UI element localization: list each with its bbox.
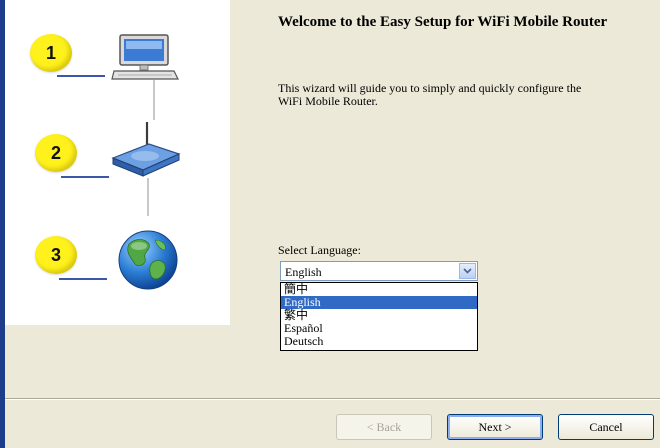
cancel-button[interactable]: Cancel xyxy=(558,414,654,440)
language-option-english[interactable]: English xyxy=(281,296,477,309)
router-icon xyxy=(111,122,181,177)
step-2-underline xyxy=(61,176,109,178)
step-2-badge: 2 xyxy=(35,134,77,172)
step-3-number: 3 xyxy=(50,244,61,265)
connector-line-2 xyxy=(147,178,149,216)
step-1-badge: 1 xyxy=(30,34,72,72)
chevron-down-icon[interactable] xyxy=(459,263,476,279)
language-select[interactable]: English xyxy=(280,261,478,281)
computer-icon xyxy=(111,34,179,80)
next-button[interactable]: Next > xyxy=(447,414,543,440)
back-button[interactable]: < Back xyxy=(336,414,432,440)
language-label: Select Language: xyxy=(278,243,361,257)
button-bar-separator xyxy=(5,398,660,400)
connector-line-1 xyxy=(153,80,155,120)
globe-icon xyxy=(118,230,178,290)
step-1-underline xyxy=(57,75,105,77)
step-3-badge: 3 xyxy=(35,236,77,274)
language-dropdown-list: 簡中 English 繁中 Español Deutsch xyxy=(280,282,478,351)
language-option-german[interactable]: Deutsch xyxy=(281,335,477,348)
page-title: Welcome to the Easy Setup for WiFi Mobil… xyxy=(278,14,608,30)
wizard-description: This wizard will guide you to simply and… xyxy=(278,81,582,108)
setup-wizard-window: 1 2 3 Welcome to the Easy Setup for WiFi… xyxy=(0,0,660,448)
steps-illustration-panel: 1 2 3 xyxy=(5,0,230,325)
step-2-number: 2 xyxy=(50,142,61,163)
step-3-underline xyxy=(59,278,107,280)
step-1-number: 1 xyxy=(45,42,56,63)
language-select-value: English xyxy=(285,265,322,279)
